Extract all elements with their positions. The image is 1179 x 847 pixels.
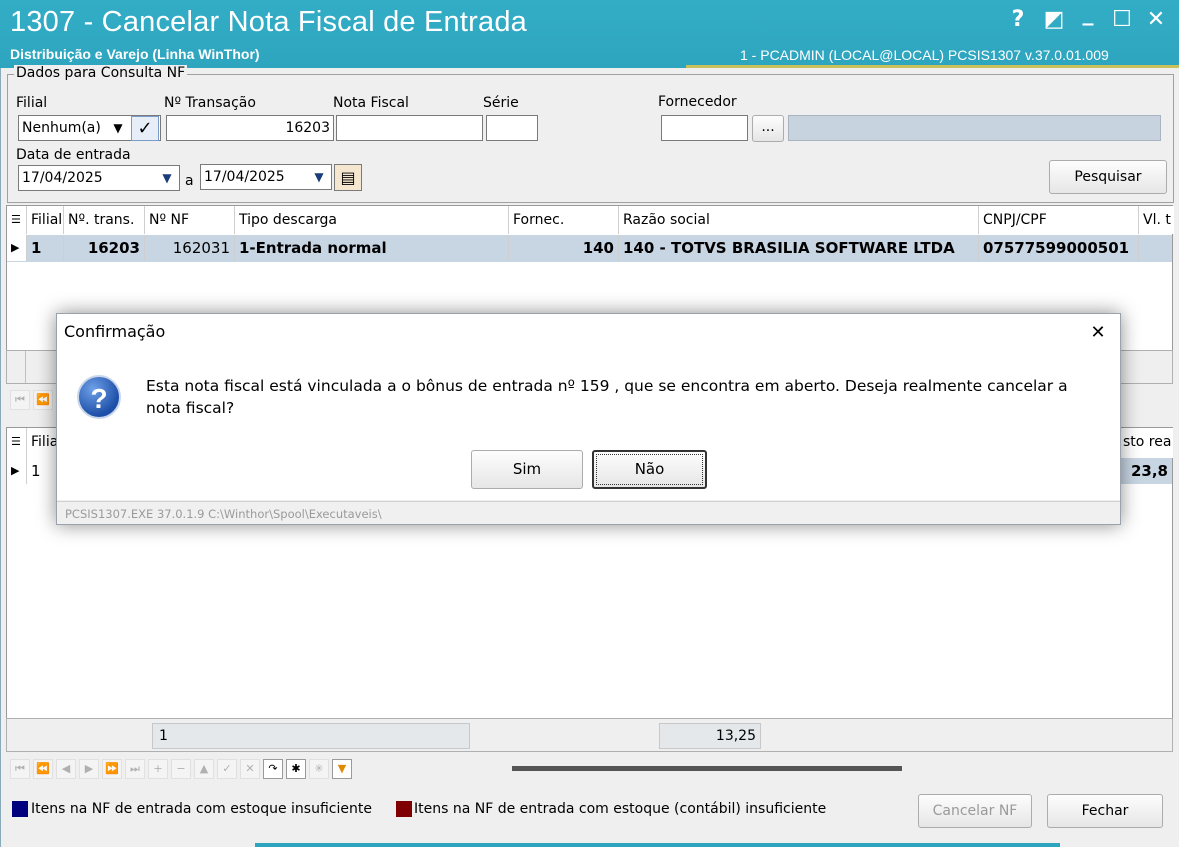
nota-input[interactable] — [336, 115, 483, 141]
grid1-header-filial[interactable]: Filial — [27, 206, 64, 234]
legend-swatch-blue — [12, 801, 28, 817]
bottom-accent-line — [255, 843, 1060, 847]
bookmark-icon[interactable]: ✱ — [286, 759, 306, 779]
fornecedor-input[interactable] — [661, 115, 748, 141]
fechar-button[interactable]: Fechar — [1047, 794, 1163, 828]
cancelar-nf-button[interactable]: Cancelar NF — [918, 794, 1032, 828]
serie-input[interactable] — [486, 115, 538, 141]
dialog-divider — [57, 501, 1120, 502]
transacao-label: Nº Transação — [164, 95, 256, 111]
filial-dropdown-icon[interactable]: ▼ — [107, 118, 129, 139]
dialog-titlebar: Confirmação ✕ — [57, 314, 1120, 352]
calendar-icon[interactable]: ▤ — [334, 164, 362, 191]
grid2-header-custo[interactable]: sto rea — [1119, 428, 1173, 458]
data-entrada-label: Data de entrada — [16, 147, 131, 163]
data-inicio-input[interactable]: 17/04/2025 — [18, 165, 180, 191]
data-inicio-dropdown-icon[interactable]: ▼ — [157, 168, 177, 188]
grid1-cell-vl[interactable] — [1139, 235, 1172, 261]
transacao-input[interactable]: 16203 — [166, 115, 334, 141]
first-record-icon[interactable]: ⏮ — [10, 390, 30, 410]
grid1-header-nf[interactable]: Nº NF — [145, 206, 235, 234]
nao-button[interactable]: Não — [592, 450, 707, 489]
pesquisar-button[interactable]: Pesquisar — [1049, 160, 1167, 194]
sim-button[interactable]: Sim — [471, 450, 583, 489]
data-fim-dropdown-icon[interactable]: ▼ — [309, 167, 329, 187]
nota-label: Nota Fiscal — [333, 95, 409, 111]
grid1-cell-cnpj[interactable]: 07577599000501 — [979, 235, 1139, 261]
grid1-cell-trans[interactable]: 16203 — [64, 235, 145, 261]
maximize-button[interactable]: ☐ — [1108, 6, 1136, 34]
data-inicio-value: 17/04/2025 — [22, 170, 103, 186]
grid1-cell-razao[interactable]: 140 - TOTVS BRASILIA SOFTWARE LTDA — [619, 235, 979, 261]
close-button[interactable]: ✕ — [1142, 6, 1170, 34]
insert-icon[interactable]: + — [148, 759, 168, 779]
serie-label: Série — [483, 95, 519, 111]
data-separator: a — [185, 173, 194, 189]
question-icon: ? — [77, 375, 121, 419]
grid2-footer: 1 13,25 — [6, 718, 1173, 752]
edit-icon[interactable]: ▲ — [194, 759, 214, 779]
filial-label: Filial — [16, 95, 48, 111]
grid-menu-icon[interactable]: ☰ — [7, 206, 27, 234]
data-fim-value: 17/04/2025 — [204, 169, 285, 185]
title-bar: 1307 - Cancelar Nota Fiscal de Entrada D… — [0, 0, 1179, 68]
post-icon[interactable]: ✓ — [217, 759, 237, 779]
fornecedor-search-button[interactable]: ... — [752, 115, 784, 142]
footer-total: 13,25 — [659, 723, 761, 749]
legend-item-2: Itens na NF de entrada com estoque (cont… — [414, 801, 827, 817]
dialog-body: ? Esta nota fiscal está vinculada a o bô… — [57, 352, 1120, 500]
prior-record-icon[interactable]: ◀ — [56, 759, 76, 779]
grid1-cell-nf[interactable]: 162031 — [145, 235, 235, 261]
dialog-close-button[interactable]: ✕ — [1083, 318, 1113, 348]
window-subtitle: Distribuição e Varejo (Linha WinThor) — [10, 46, 260, 62]
window-title: 1307 - Cancelar Nota Fiscal de Entrada — [10, 6, 527, 38]
prior-page-icon[interactable]: ⏪ — [33, 759, 53, 779]
table-row[interactable]: ▶ 1 16203 162031 1-Entrada normal 140 14… — [7, 235, 1172, 262]
fornecedor-label: Fornecedor — [658, 94, 737, 110]
checkmark-icon[interactable]: ✓ — [131, 116, 159, 141]
dialog-footer: PCSIS1307.EXE 37.0.1.9 C:\Winthor\Spool\… — [65, 507, 382, 521]
row-indicator-icon: ▶ — [7, 235, 27, 261]
refresh-icon[interactable]: ↷ — [263, 759, 283, 779]
grid1-header-razao[interactable]: Razão social — [619, 206, 979, 234]
legend-item-1: Itens na NF de entrada com estoque insuf… — [31, 801, 372, 817]
grid2-cell-filial[interactable]: 1 — [27, 458, 57, 484]
next-page-icon[interactable]: ⏩ — [102, 759, 122, 779]
grid1-header-fornec[interactable]: Fornec. — [509, 206, 619, 234]
grid1-cell-filial[interactable]: 1 — [27, 235, 64, 261]
grid2-header-filial[interactable]: Filia — [27, 428, 58, 458]
help-button[interactable]: ? — [1004, 6, 1032, 34]
row-indicator-icon: ▶ — [7, 458, 27, 484]
horizontal-scrollbar[interactable] — [512, 766, 902, 771]
grid2-menu-icon[interactable]: ☰ — [7, 428, 27, 458]
grid1-footer-divider — [25, 351, 26, 383]
minimize-button[interactable]: _ — [1074, 0, 1102, 28]
dialog-title: Confirmação — [64, 322, 166, 341]
footer-count: 1 — [152, 723, 470, 749]
filial-value: Nenhum(a) — [22, 120, 101, 136]
first-record-icon[interactable]: ⏮ — [10, 759, 30, 779]
grid1-header-cnpj[interactable]: CNPJ/CPF — [979, 206, 1139, 234]
grid2-navigator: ⏮ ⏪ ◀ ▶ ⏩ ⏭ + − ▲ ✓ ✕ ↷ ✱ ✳ ▼ — [10, 759, 420, 779]
grid1-header-tipo[interactable]: Tipo descarga — [235, 206, 509, 234]
grid1-header-vl[interactable]: Vl. t — [1139, 206, 1174, 234]
fornecedor-name-field — [788, 115, 1161, 141]
grid1-cell-fornec[interactable]: 140 — [509, 235, 619, 261]
grid2-cell-custo[interactable]: 23,8 — [1119, 458, 1172, 484]
dialog-message: Esta nota fiscal está vinculada a o bônu… — [146, 377, 1068, 417]
grid1-header-trans[interactable]: Nº. trans. — [64, 206, 145, 234]
grid1-cell-tipo[interactable]: 1-Entrada normal — [235, 235, 509, 261]
goto-bookmark-icon[interactable]: ✳ — [309, 759, 329, 779]
filter-group-label: Dados para Consulta NF — [14, 65, 188, 81]
confirmation-dialog: Confirmação ✕ ? Esta nota fiscal está vi… — [56, 313, 1121, 525]
legend-swatch-red — [396, 801, 412, 817]
filter-icon[interactable]: ▼ — [332, 759, 352, 779]
last-record-icon[interactable]: ⏭ — [125, 759, 145, 779]
restore-icon[interactable]: ◩ — [1040, 6, 1068, 34]
cancel-icon[interactable]: ✕ — [240, 759, 260, 779]
next-record-icon[interactable]: ▶ — [79, 759, 99, 779]
session-info: 1 - PCADMIN (LOCAL@LOCAL) PCSIS1307 v.37… — [740, 47, 1109, 63]
prior-page-icon[interactable]: ⏪ — [33, 390, 53, 410]
delete-icon[interactable]: − — [171, 759, 191, 779]
